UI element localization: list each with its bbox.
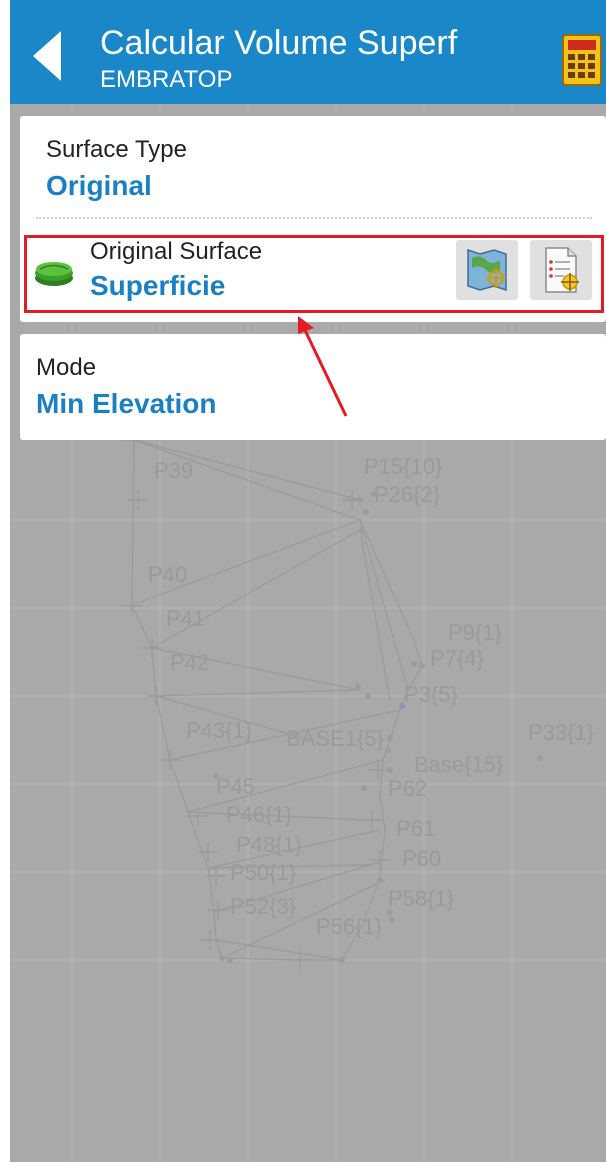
point-label: P50{1} (230, 860, 296, 885)
point-label: P41 (166, 606, 205, 631)
point-label: P62 (388, 776, 427, 801)
point-label: P39 (154, 458, 193, 483)
point-label: P58{1} (388, 886, 454, 911)
point-label: P48{1} (236, 832, 302, 857)
highlight-box (24, 235, 604, 313)
point-label: Base{15} (414, 752, 503, 777)
page-subtitle: EMBRATOP (100, 66, 233, 93)
back-arrow-icon (33, 31, 61, 81)
surface-type-value: Original (46, 170, 152, 201)
point-label: P61 (396, 816, 435, 841)
surface-type-selector[interactable]: Surface Type Original (36, 122, 596, 212)
red-arrow-icon (298, 316, 348, 417)
point-label: P15{10} (364, 454, 442, 479)
point-label: P42 (170, 650, 209, 675)
point-label: P3{5} (404, 682, 458, 707)
point-label: P7{4} (430, 646, 484, 671)
point-label: P56{1} (316, 914, 382, 939)
mode-value: Min Elevation (36, 388, 217, 419)
point-label: P60 (402, 846, 441, 871)
point-label: P52{3} (230, 894, 296, 919)
calculate-button[interactable] (562, 34, 602, 86)
point-label: BASE1{5} (286, 726, 384, 751)
point-label: P26{2} (374, 482, 440, 507)
survey-point-markers (122, 430, 390, 970)
divider (36, 217, 592, 219)
point-label: P33{1} (528, 720, 594, 745)
back-button[interactable] (26, 26, 70, 86)
mode-label: Mode (36, 354, 97, 381)
point-label: P40 (148, 562, 187, 587)
point-label: P45 (216, 774, 255, 799)
app-bar: Calcular Volume Superf EMBRATOP (10, 0, 606, 104)
surface-type-label: Surface Type (46, 136, 187, 163)
point-label: P9{1} (448, 620, 502, 645)
app-screen: P39 P15{10} P26{2} P40 P41 P9{1} P7{4} P… (10, 0, 606, 1162)
calculator-icon (562, 34, 602, 86)
point-label: P46{1} (226, 802, 292, 827)
page-title: Calcular Volume Superf (100, 24, 458, 62)
point-label: P43{1} (186, 718, 252, 743)
